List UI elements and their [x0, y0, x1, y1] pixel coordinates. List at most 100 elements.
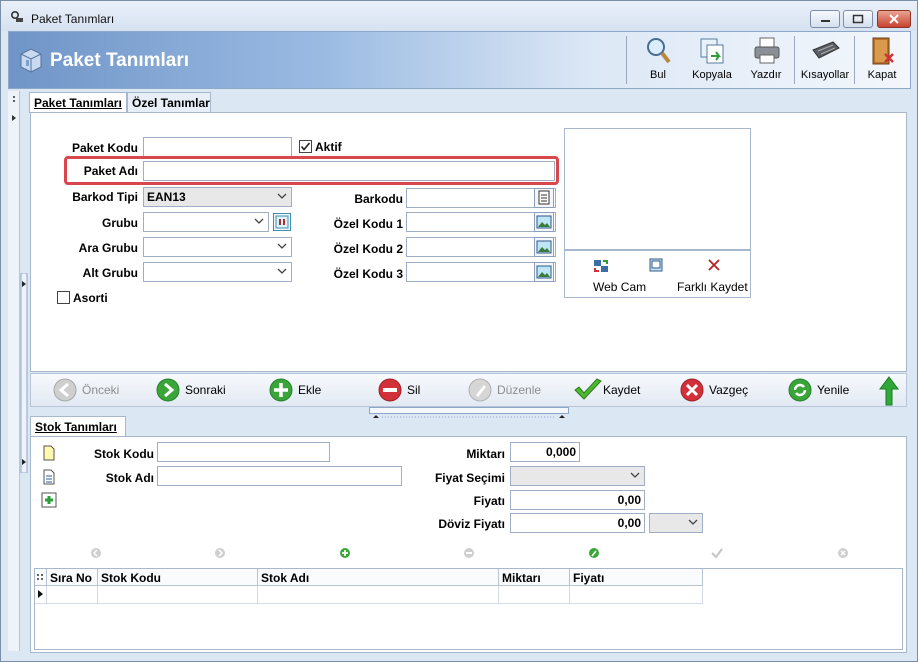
add-document-icon[interactable]: [41, 492, 57, 508]
highlight-frame: [64, 156, 559, 185]
checkmark-icon: [574, 378, 602, 400]
maximize-button[interactable]: [843, 10, 873, 28]
delete-button[interactable]: Sil: [375, 377, 445, 403]
refresh-icon: [788, 378, 812, 402]
add-button[interactable]: Ekle: [266, 377, 346, 403]
app-icon: [10, 10, 23, 22]
ozel-kodu-1-lookup-button[interactable]: [534, 212, 554, 232]
shortcuts-button[interactable]: Kısayollar: [795, 34, 855, 86]
grid-next-icon[interactable]: [214, 547, 226, 559]
refresh-label: Yenile: [817, 383, 850, 397]
miktari-input[interactable]: 0,000: [510, 442, 580, 462]
print-button[interactable]: Yazdır: [739, 34, 793, 86]
stock-grid: Sıra No Stok Kodu Stok Adı Miktarı Fiyat…: [34, 568, 903, 650]
col-stok-adi[interactable]: Stok Adı: [258, 569, 499, 586]
tab-label: Özel Tanımlar: [132, 96, 210, 110]
col-fiyati[interactable]: Fiyatı: [570, 569, 703, 586]
grubu-lookup-button[interactable]: [273, 213, 291, 231]
ara-grubu-select[interactable]: [143, 237, 292, 257]
grid-cancel-icon[interactable]: [837, 547, 849, 559]
col-miktari[interactable]: Miktarı: [499, 569, 570, 586]
stok-adi-label: Stok Adı: [105, 471, 154, 485]
delete-image-icon[interactable]: [707, 258, 721, 272]
cancel-label: Vazgeç: [709, 383, 749, 397]
barcode-generate-button[interactable]: [534, 188, 554, 208]
asorti-label: Asorti: [73, 291, 108, 305]
save-as-button[interactable]: Farklı Kaydet: [677, 280, 748, 294]
close-button[interactable]: [877, 10, 911, 28]
tab-stok-tanimlari[interactable]: Stok Tanımları: [30, 416, 126, 437]
side-splitter[interactable]: [20, 273, 28, 473]
grid-previous-icon[interactable]: [90, 547, 102, 559]
save-button[interactable]: Kaydet: [571, 377, 661, 403]
ozel-kodu-2-label: Özel Kodu 2: [333, 242, 403, 256]
grid-cell[interactable]: [47, 586, 98, 604]
cancel-button[interactable]: Vazgeç: [677, 377, 767, 403]
tab-ozel-tanimlar[interactable]: Özel Tanımlar: [127, 92, 211, 112]
next-label: Sonraki: [185, 383, 226, 397]
grid-cell[interactable]: [98, 586, 258, 604]
barkod-tipi-label: Barkod Tipi: [72, 190, 138, 204]
grid-delete-icon[interactable]: [463, 547, 475, 559]
doviz-fiyati-input[interactable]: 0,00: [510, 513, 645, 533]
tab-paket-tanimlari[interactable]: Paket Tanımları: [29, 92, 127, 113]
aktif-checkbox[interactable]: [299, 140, 312, 153]
grid-cell[interactable]: [570, 586, 703, 604]
photo-preview[interactable]: [564, 128, 751, 250]
doviz-currency-select[interactable]: [649, 513, 703, 533]
alt-grubu-select[interactable]: [143, 262, 292, 282]
stok-adi-input[interactable]: [157, 466, 402, 486]
paket-kodu-input[interactable]: [143, 137, 292, 157]
row-indicator[interactable]: [35, 586, 47, 604]
print-label: Yazdır: [750, 69, 782, 81]
chevron-down-icon: [277, 193, 287, 199]
minimize-button[interactable]: [810, 10, 840, 28]
page-title: Paket Tanımları: [50, 50, 190, 71]
asorti-checkbox[interactable]: [57, 291, 70, 304]
grid-save-icon[interactable]: [711, 547, 723, 559]
fiyat-secimi-select[interactable]: [510, 466, 645, 486]
grid-edit-icon[interactable]: [588, 547, 600, 559]
col-stok-kodu[interactable]: Stok Kodu: [98, 569, 258, 586]
fiyati-input[interactable]: 0,00: [510, 490, 645, 510]
copy-label: Kopyala: [692, 69, 732, 81]
keyboard-icon: [812, 41, 840, 59]
save-image-icon[interactable]: [649, 258, 663, 272]
copy-button[interactable]: Kopyala: [685, 34, 739, 86]
ozel-kodu-2-lookup-button[interactable]: [534, 237, 554, 257]
fiyat-secimi-label: Fiyat Seçimi: [434, 471, 505, 485]
app-window: Paket Tanımları Paket Tanımları Bul Kopy…: [0, 0, 918, 662]
ozel-kodu-3-lookup-button[interactable]: [534, 262, 554, 282]
ozel-kodu-1-label: Özel Kodu 1: [333, 217, 403, 231]
arrow-up-icon[interactable]: [879, 376, 899, 406]
row-pointer-icon: [38, 590, 43, 598]
grid-cell[interactable]: [499, 586, 570, 604]
col-sira-no[interactable]: Sıra No: [47, 569, 98, 586]
webcam-button[interactable]: Web Cam: [593, 280, 646, 294]
horizontal-splitter[interactable]: [369, 407, 569, 418]
doviz-fiyati-label: Döviz Fiyatı: [438, 517, 505, 531]
barkod-tipi-select[interactable]: EAN13: [143, 187, 292, 207]
previous-button[interactable]: Önceki: [50, 377, 140, 403]
exit-button[interactable]: Kapat: [855, 34, 909, 86]
grubu-select[interactable]: [143, 212, 269, 232]
barkodu-label: Barkodu: [354, 192, 403, 206]
exit-label: Kapat: [867, 69, 897, 81]
grid-cell[interactable]: [258, 586, 499, 604]
document-icon: [538, 190, 550, 205]
find-button[interactable]: Bul: [631, 34, 685, 86]
page-header: Paket Tanımları Bul Kopyala Yazdır Kısay…: [8, 31, 911, 89]
tab-label: Stok Tanımları: [35, 420, 117, 434]
chevron-down-icon: [277, 268, 287, 274]
left-collapse-bar[interactable]: [8, 91, 20, 651]
edit-button[interactable]: Düzenle: [465, 377, 555, 403]
chevron-down-icon: [254, 218, 264, 224]
window-title: Paket Tanımları: [31, 12, 115, 26]
refresh-button[interactable]: Yenile: [785, 377, 865, 403]
stok-kodu-input[interactable]: [157, 442, 330, 462]
next-button[interactable]: Sonraki: [153, 377, 243, 403]
grid-add-icon[interactable]: [339, 547, 351, 559]
paket-kodu-label: Paket Kodu: [71, 141, 138, 155]
barkod-tipi-value: EAN13: [147, 190, 186, 204]
stok-kodu-label: Stok Kodu: [94, 447, 154, 461]
